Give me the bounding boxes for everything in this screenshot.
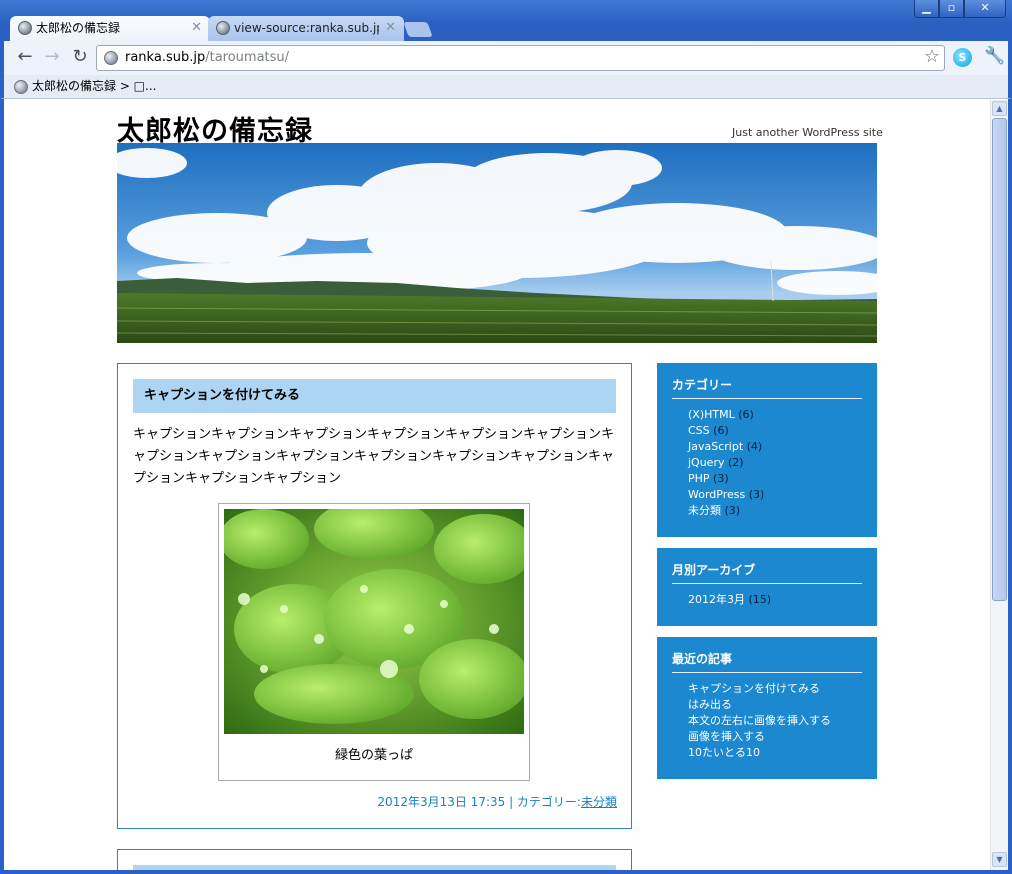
bookmark-star-icon[interactable]: ☆ xyxy=(924,46,940,67)
navigation-toolbar: ← → ↻ ranka.sub.jp/taroumatsu/ ☆ S 🔧 xyxy=(0,41,1012,75)
category-label[interactable]: PHP xyxy=(688,472,710,485)
site-tagline: Just another WordPress site xyxy=(732,126,883,139)
globe-icon xyxy=(14,80,28,94)
category-count: (6) xyxy=(738,408,754,421)
scroll-up-arrow-icon[interactable]: ▲ xyxy=(992,101,1007,116)
minimize-button[interactable]: ▁ xyxy=(914,0,939,18)
category-count: (3) xyxy=(724,504,741,517)
recent-post-list: キャプションを付けてみる はみ出る 本文の左右に画像を挿入する 画像を挿入する … xyxy=(688,681,877,761)
bookmark-item[interactable]: 太郎松の備忘録 > □... xyxy=(12,78,156,95)
close-tab-icon[interactable]: ✕ xyxy=(191,16,202,40)
scrollbar-thumb[interactable] xyxy=(992,118,1007,601)
category-label[interactable]: CSS xyxy=(688,424,710,437)
new-tab-button[interactable] xyxy=(403,22,433,37)
post-meta: 2012年3月13日 17:35 | カテゴリー:未分類 xyxy=(377,793,617,810)
next-post-article xyxy=(117,849,632,870)
post-category-link[interactable]: 未分類 xyxy=(581,795,617,809)
post-date: 2012年3月13日 17:35 | カテゴリー: xyxy=(377,795,581,809)
bookmark-label: 太郎松の備忘録 > □... xyxy=(32,79,157,93)
recent-post-item[interactable]: 画像を挿入する xyxy=(688,729,877,745)
scroll-down-arrow-icon[interactable]: ▼ xyxy=(992,852,1007,867)
url-host: ranka.sub.jp xyxy=(125,50,206,65)
category-item[interactable]: JavaScript (4) xyxy=(688,439,877,455)
widget-heading: 月別アーカイブ xyxy=(672,561,862,584)
image-caption: 緑色の葉っぱ xyxy=(334,748,413,763)
vertical-scrollbar[interactable]: ▲ ▼ xyxy=(990,100,1008,870)
url-text: ranka.sub.jp/taroumatsu/ xyxy=(125,50,289,65)
category-count: (2) xyxy=(728,456,744,469)
close-window-button[interactable]: ✕ xyxy=(964,0,1006,18)
archives-widget: 月別アーカイブ 2012年3月 (15) xyxy=(657,548,877,626)
category-label[interactable]: (X)HTML xyxy=(688,408,735,421)
globe-icon xyxy=(104,51,118,65)
category-count: (3) xyxy=(713,472,729,485)
address-bar[interactable]: ranka.sub.jp/taroumatsu/ ☆ xyxy=(96,45,945,71)
forward-arrow-icon[interactable]: → xyxy=(40,46,64,70)
category-item[interactable]: PHP (3) xyxy=(688,471,877,487)
globe-icon xyxy=(216,21,230,35)
tab-title: 太郎松の備忘録 xyxy=(36,21,121,35)
category-item[interactable]: CSS (6) xyxy=(688,423,877,439)
categories-widget: カテゴリー (X)HTML (6) CSS (6) JavaScript (4)… xyxy=(657,363,877,537)
close-tab-icon[interactable]: ✕ xyxy=(385,16,396,40)
bookmarks-bar: 太郎松の備忘録 > □... xyxy=(0,75,1012,99)
reload-icon[interactable]: ↻ xyxy=(68,46,92,70)
wrench-icon[interactable]: 🔧 xyxy=(984,46,1005,66)
category-count: (3) xyxy=(748,488,765,501)
tab-active[interactable]: 太郎松の備忘録 ✕ xyxy=(10,16,210,41)
back-arrow-icon[interactable]: ← xyxy=(13,46,37,70)
archive-item[interactable]: 2012年3月 (15) xyxy=(688,592,877,608)
category-label[interactable]: JavaScript xyxy=(688,440,743,453)
image-figure: 緑色の葉っぱ xyxy=(218,503,530,781)
widget-heading: 最近の記事 xyxy=(672,650,862,673)
tab-view-source[interactable]: view-source:ranka.sub.jp/tar ✕ xyxy=(208,16,404,41)
header-image xyxy=(117,143,877,343)
category-list: (X)HTML (6) CSS (6) JavaScript (4) jQuer… xyxy=(688,407,877,519)
category-label[interactable]: WordPress xyxy=(688,488,745,501)
window-frame-left xyxy=(0,99,4,874)
recent-post-item[interactable]: はみ出る xyxy=(688,697,877,713)
post-body: キャプションキャプションキャプションキャプションキャプションキャプションキャプシ… xyxy=(133,427,615,486)
url-path: /taroumatsu/ xyxy=(205,50,290,65)
globe-icon xyxy=(18,21,32,35)
category-count: (4) xyxy=(746,440,763,453)
widget-heading: カテゴリー xyxy=(672,376,862,399)
page-viewport: 太郎松の備忘録 Just another WordPress site キャプシ… xyxy=(4,100,990,870)
recent-post-item[interactable]: キャプションを付けてみる xyxy=(688,681,877,697)
category-item[interactable]: WordPress (3) xyxy=(688,487,877,503)
window-frame-right xyxy=(1008,99,1012,874)
category-label[interactable]: 未分類 xyxy=(688,504,721,517)
category-label[interactable]: jQuery xyxy=(688,456,725,469)
window-frame-bottom xyxy=(0,870,1012,874)
recent-post-item[interactable]: 10たいとる10 xyxy=(688,745,877,761)
category-count: (6) xyxy=(713,424,729,437)
archive-label[interactable]: 2012年3月 xyxy=(688,593,745,606)
green-leaves-image xyxy=(224,509,524,734)
recent-posts-widget: 最近の記事 キャプションを付けてみる はみ出る 本文の左右に画像を挿入する 画像… xyxy=(657,637,877,779)
skype-extension-icon[interactable]: S xyxy=(953,48,972,67)
tab-title: view-source:ranka.sub.jp/tar xyxy=(234,21,379,35)
category-item[interactable]: 未分類 (3) xyxy=(688,503,877,519)
category-item[interactable]: jQuery (2) xyxy=(688,455,877,471)
category-item[interactable]: (X)HTML (6) xyxy=(688,407,877,423)
archive-count: (15) xyxy=(748,593,772,606)
post-title[interactable]: キャプションを付けてみる xyxy=(133,379,616,413)
sky-field-image xyxy=(117,143,877,343)
post-article: キャプションを付けてみる キャプションキャプションキャプションキャプションキャプ… xyxy=(117,363,632,829)
title-bar: 太郎松の備忘録 ✕ view-source:ranka.sub.jp/tar ✕… xyxy=(0,0,1012,41)
archive-list: 2012年3月 (15) xyxy=(688,592,877,608)
maximize-button[interactable]: ▫ xyxy=(939,0,964,18)
browser-window: 太郎松の備忘録 ✕ view-source:ranka.sub.jp/tar ✕… xyxy=(0,0,1012,874)
recent-post-item[interactable]: 本文の左右に画像を挿入する xyxy=(688,713,877,729)
